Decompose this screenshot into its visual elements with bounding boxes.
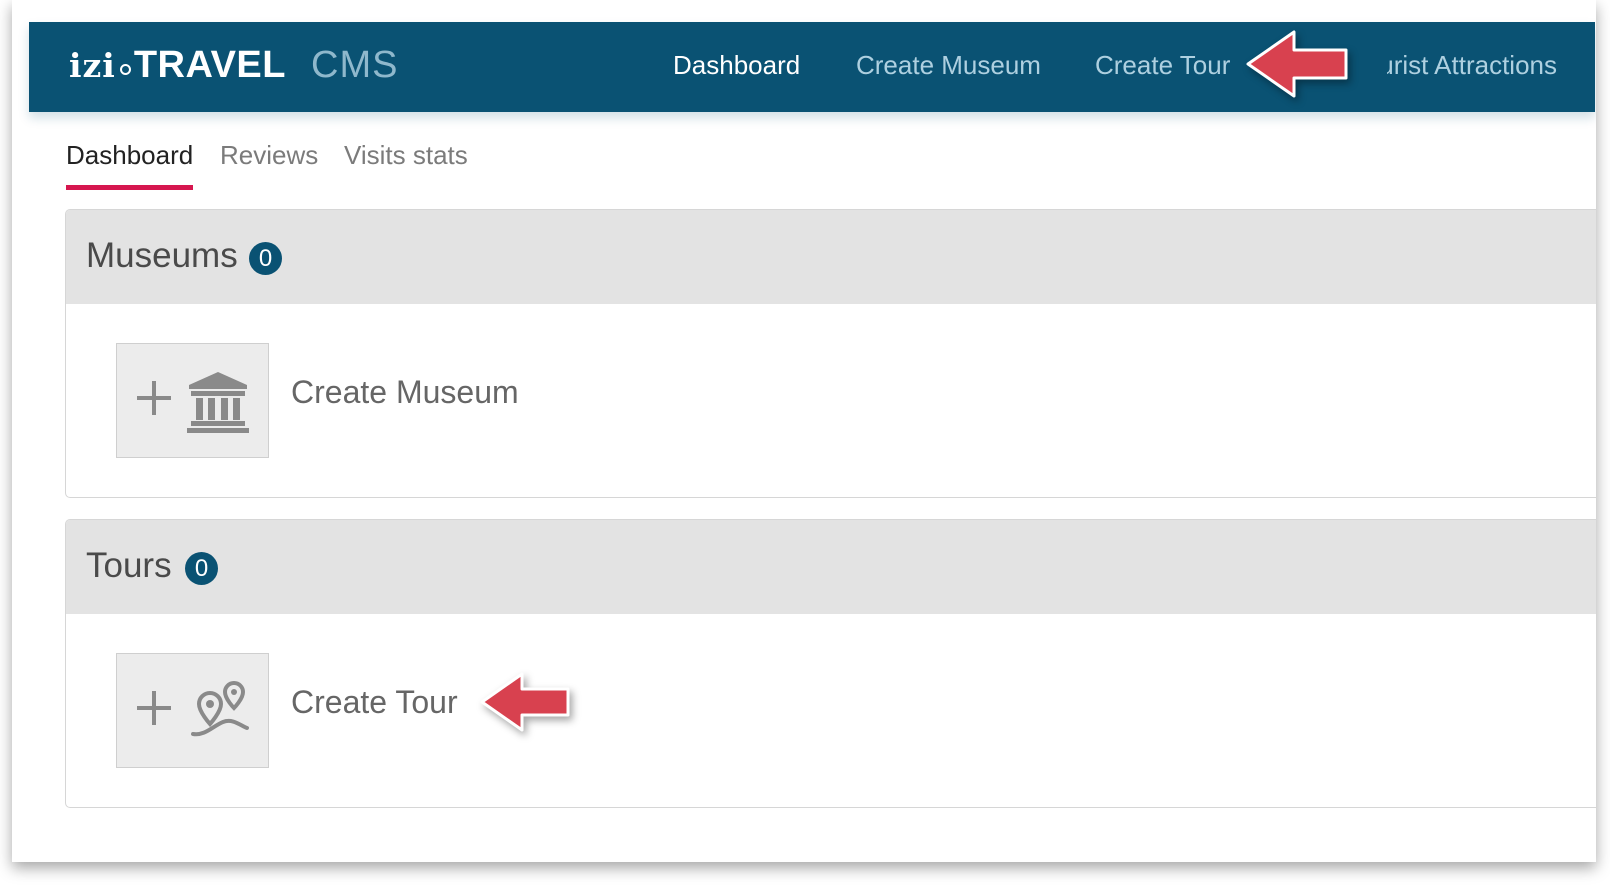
create-museum-link[interactable]: Create Museum	[291, 374, 519, 411]
tours-count-badge: 0	[185, 552, 218, 585]
tab-reviews[interactable]: Reviews	[220, 140, 318, 185]
create-museum-tile[interactable]	[116, 343, 269, 458]
tours-panel: Tours 0 Create Tour	[65, 519, 1596, 808]
museums-panel: Museums 0 Create Museum	[65, 209, 1596, 498]
plus-icon	[137, 381, 171, 415]
map-pin-route-icon	[191, 681, 249, 737]
annotation-arrow-icon	[1246, 30, 1348, 98]
tab-dashboard[interactable]: Dashboard	[66, 140, 194, 190]
museums-count-badge: 0	[249, 242, 282, 275]
top-nav: Dashboard Create Museum Create Tour Tour…	[29, 22, 1595, 112]
nav-dashboard[interactable]: Dashboard	[673, 50, 800, 81]
annotation-arrow-icon	[480, 672, 570, 732]
tours-panel-header: Tours 0	[66, 520, 1596, 614]
museums-panel-header: Museums 0	[66, 210, 1596, 304]
nav-tourist-attractions-label: Tourist Attractions	[1387, 50, 1557, 80]
museums-title: Museums	[86, 236, 238, 275]
nav-create-museum[interactable]: Create Museum	[856, 50, 1041, 81]
screenshot-frame: izi TRAVEL CMS Dashboard Create Museum C…	[12, 0, 1596, 862]
create-tour-tile[interactable]	[116, 653, 269, 768]
tours-title: Tours	[86, 546, 172, 585]
plus-icon	[137, 691, 171, 725]
top-navigation-bar: izi TRAVEL CMS Dashboard Create Museum C…	[29, 22, 1595, 112]
tab-visits-stats[interactable]: Visits stats	[344, 140, 468, 185]
nav-create-tour[interactable]: Create Tour	[1095, 50, 1230, 81]
nav-tourist-attractions[interactable]: Tourist Attractions	[1387, 50, 1587, 86]
museum-icon	[187, 372, 249, 433]
create-tour-link[interactable]: Create Tour	[291, 684, 458, 721]
